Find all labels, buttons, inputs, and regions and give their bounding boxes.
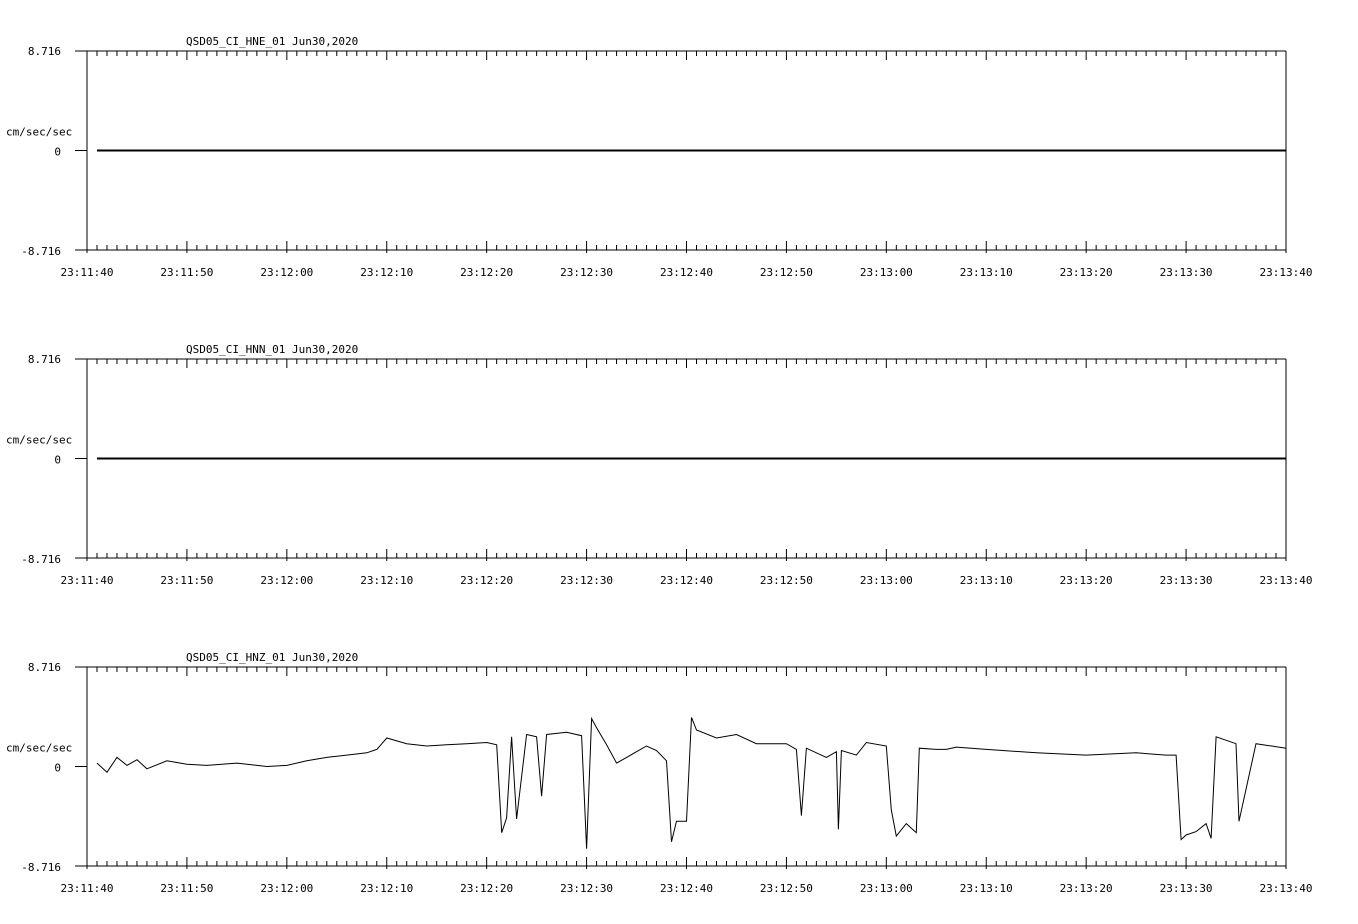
x-tick-label: 23:12:10 bbox=[360, 574, 413, 587]
x-tick-label: 23:11:50 bbox=[160, 574, 213, 587]
x-tick-label: 23:12:10 bbox=[360, 882, 413, 895]
x-tick-label: 23:13:10 bbox=[960, 882, 1013, 895]
y-tick-label-min: -8.716 bbox=[21, 861, 61, 874]
panel-title: QSD05_CI_HNZ_01 Jun30,2020 bbox=[186, 651, 358, 664]
x-tick-label: 23:13:00 bbox=[860, 882, 913, 895]
x-tick-label: 23:13:30 bbox=[1160, 574, 1213, 587]
x-tick-label: 23:12:00 bbox=[260, 574, 313, 587]
x-tick-label: 23:13:20 bbox=[1060, 574, 1113, 587]
x-tick-label: 23:12:40 bbox=[660, 266, 713, 279]
x-tick-label: 23:12:40 bbox=[660, 574, 713, 587]
x-tick-label: 23:13:20 bbox=[1060, 882, 1113, 895]
y-axis-label: cm/sec/sec bbox=[6, 126, 72, 139]
y-axis-label: cm/sec/sec bbox=[6, 742, 72, 755]
seismogram-figure: 23:11:40 23:11:50 23:12:00 23:12:10 23:12:20… bbox=[6, 35, 1312, 895]
y-tick-label-max: 8.716 bbox=[28, 661, 61, 674]
x-tick-label: 23:12:50 bbox=[760, 882, 813, 895]
x-tick-label: 23:12:20 bbox=[460, 882, 513, 895]
y-tick-label-zero: 0 bbox=[54, 762, 61, 775]
y-axis-label: cm/sec/sec bbox=[6, 434, 72, 447]
y-tick-label-min: -8.716 bbox=[21, 553, 61, 566]
panel-2: 23:11:40 23:11:50 23:12:00 23:12:10 23:12:20… bbox=[6, 343, 1312, 587]
x-tick-label: 23:13:00 bbox=[860, 266, 913, 279]
panel-title: QSD05_CI_HNE_01 Jun30,2020 bbox=[186, 35, 358, 48]
x-tick-label: 23:13:40 bbox=[1260, 266, 1313, 279]
y-tick-label-max: 8.716 bbox=[28, 45, 61, 58]
x-tick-label: 23:12:50 bbox=[760, 266, 813, 279]
x-tick-label: 23:11:50 bbox=[160, 266, 213, 279]
x-tick-label: 23:12:00 bbox=[260, 882, 313, 895]
x-tick-label: 23:12:20 bbox=[460, 266, 513, 279]
waveform-line bbox=[96, 716, 1287, 849]
panel-title: QSD05_CI_HNN_01 Jun30,2020 bbox=[186, 343, 358, 356]
panel-3: 23:11:40 23:11:50 23:12:00 23:12:10 23:12:20… bbox=[6, 651, 1312, 895]
x-tick-label: 23:13:00 bbox=[860, 574, 913, 587]
x-tick-label: 23:12:00 bbox=[260, 266, 313, 279]
x-tick-label: 23:12:50 bbox=[760, 574, 813, 587]
x-tick-label: 23:11:40 bbox=[61, 266, 114, 279]
x-tick-label: 23:12:30 bbox=[560, 882, 613, 895]
y-tick-label-max: 8.716 bbox=[28, 353, 61, 366]
x-tick-label: 23:13:10 bbox=[960, 266, 1013, 279]
x-tick-label: 23:13:40 bbox=[1260, 574, 1313, 587]
x-tick-label: 23:12:20 bbox=[460, 574, 513, 587]
x-tick-label: 23:11:50 bbox=[160, 882, 213, 895]
x-tick-label: 23:13:40 bbox=[1260, 882, 1313, 895]
y-tick-label-zero: 0 bbox=[54, 146, 61, 159]
panel-1: 23:11:40 23:11:50 23:12:00 23:12:10 23:12:20… bbox=[6, 35, 1312, 279]
x-tick-label: 23:12:30 bbox=[560, 574, 613, 587]
x-tick-label: 23:13:10 bbox=[960, 574, 1013, 587]
x-tick-label: 23:12:10 bbox=[360, 266, 413, 279]
y-tick-label-zero: 0 bbox=[54, 454, 61, 467]
x-tick-label: 23:12:30 bbox=[560, 266, 613, 279]
x-tick-label: 23:11:40 bbox=[61, 882, 114, 895]
x-tick-label: 23:11:40 bbox=[61, 574, 114, 587]
x-tick-label: 23:13:30 bbox=[1160, 882, 1213, 895]
x-tick-label: 23:13:20 bbox=[1060, 266, 1113, 279]
x-tick-label: 23:13:30 bbox=[1160, 266, 1213, 279]
x-tick-label: 23:12:40 bbox=[660, 882, 713, 895]
y-tick-label-min: -8.716 bbox=[21, 245, 61, 258]
